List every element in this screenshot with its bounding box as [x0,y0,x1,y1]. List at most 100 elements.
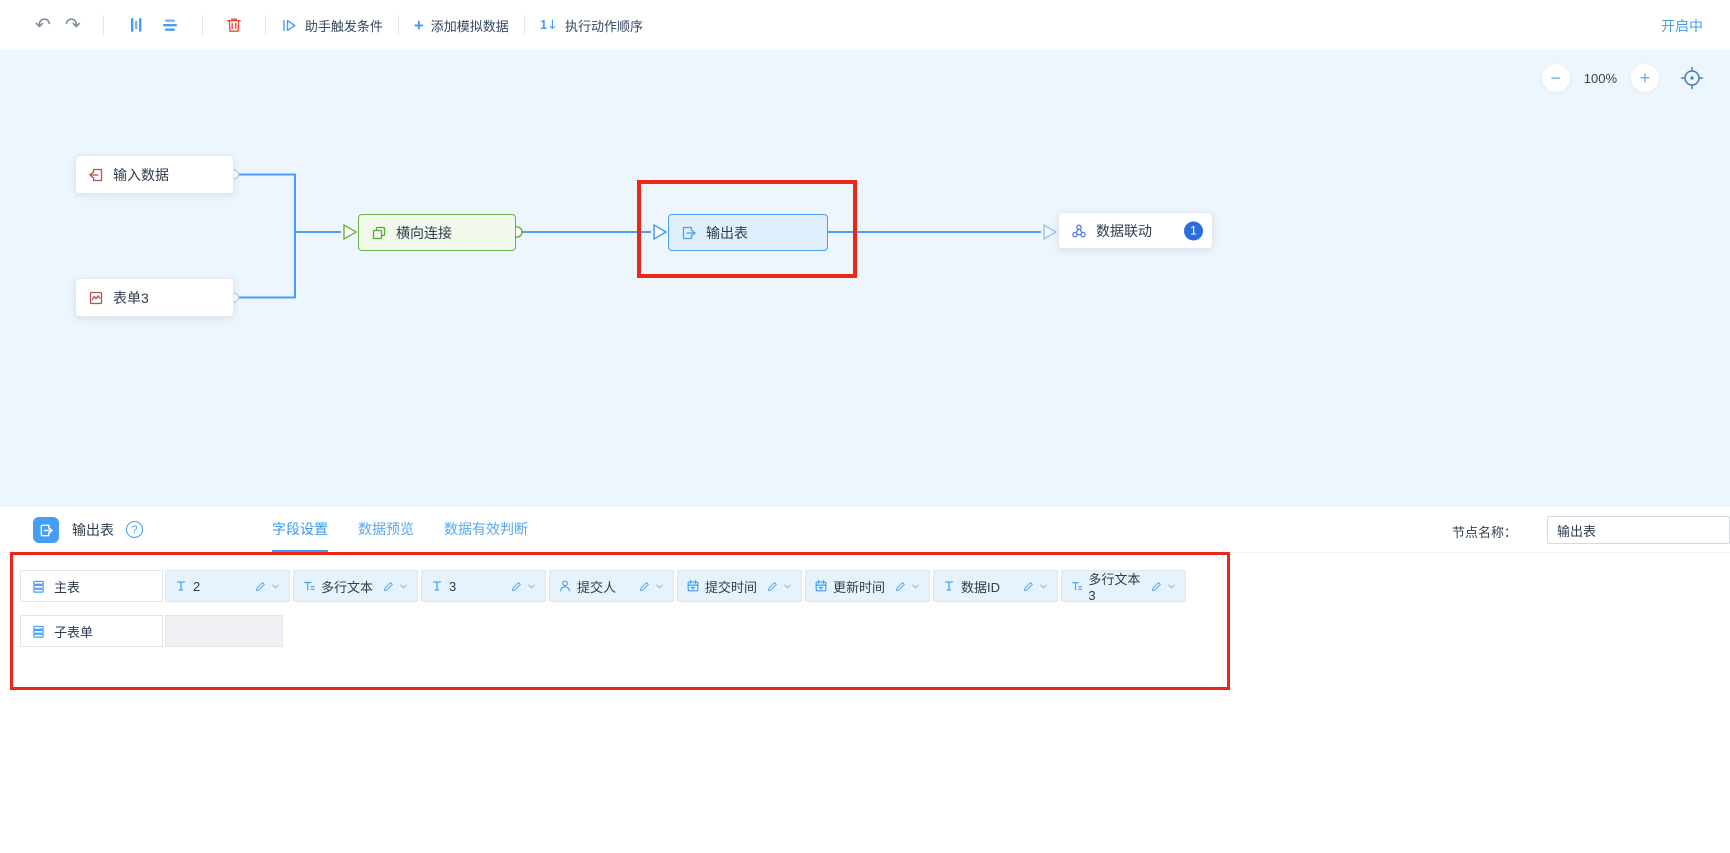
table-rows-icon [31,579,46,594]
locate-button[interactable] [1679,65,1705,91]
status-toggle[interactable]: 开启中 [1661,16,1703,36]
node-horizontal-join[interactable]: 横向连接 [358,214,516,251]
assistant-trigger-label: 助手触发条件 [305,16,383,35]
undo-icon: ↶ [35,16,51,35]
layout-vertical-button[interactable] [126,15,146,35]
edit-pencil-icon[interactable] [254,580,267,593]
output-table-icon [681,225,697,241]
calendar-icon [686,579,700,593]
chevron-down-icon[interactable] [910,581,921,592]
field-chip-update-time[interactable]: 更新时间 [805,570,930,602]
form-icon [88,290,104,306]
node-label: 横向连接 [396,223,452,243]
node-label: 输出表 [706,223,748,243]
node-label: 表单3 [113,288,149,308]
vertical-bars-icon [126,15,146,35]
toolbar: ↶ ↷ [0,0,1730,50]
zoom-out-button[interactable]: − [1542,64,1570,92]
play-bar-icon [281,17,298,34]
panel-tabs: 字段设置 数据预览 数据有效判断 [272,507,528,553]
data-linkage-icon [1071,223,1087,239]
add-mock-data-button[interactable]: + 添加模拟数据 [414,16,509,35]
node-output-table[interactable]: 输出表 [668,214,828,251]
node-name-label: 节点名称： [1452,522,1517,541]
redo-button[interactable]: ↷ [65,16,81,35]
edit-pencil-icon[interactable] [638,580,651,593]
panel-title: 输出表 [72,520,114,540]
field-chip-submit-time[interactable]: 提交时间 [677,570,802,602]
edit-pencil-icon[interactable] [766,580,779,593]
chevron-down-icon[interactable] [398,581,409,592]
connection-lines [0,50,1730,507]
toolbar-divider [398,15,399,35]
action-order-label: 执行动作顺序 [565,16,643,35]
layout-horizontal-button[interactable] [160,15,180,35]
toolbar-divider [202,15,203,35]
node-label: 数据联动 [1096,221,1152,241]
delete-button[interactable] [225,16,243,34]
text-field-icon [430,579,444,593]
field-chip-data-id[interactable]: 数据ID [933,570,1058,602]
empty-field-slot[interactable] [165,615,283,647]
node-input-data[interactable]: 输入数据 [75,155,234,194]
edit-pencil-icon[interactable] [382,580,395,593]
edit-pencil-icon[interactable] [1150,580,1163,593]
assistant-trigger-button[interactable]: 助手触发条件 [281,16,383,35]
chevron-down-icon[interactable] [526,581,537,592]
chevron-down-icon[interactable] [270,581,281,592]
tab-data-preview[interactable]: 数据预览 [358,507,414,553]
help-icon[interactable]: ? [126,521,143,538]
edit-pencil-icon[interactable] [894,580,907,593]
zoom-in-button[interactable]: + [1631,64,1659,92]
linkage-count-badge: 1 [1184,221,1203,240]
calendar-icon [814,579,828,593]
field-chip-3[interactable]: 3 [421,570,546,602]
field-label: 2 [193,579,200,594]
row-subform: 子表单 [20,615,163,647]
horizontal-lines-icon [160,15,180,35]
table-rows-icon [31,624,46,639]
workflow-editor: ↶ ↷ [0,0,1730,853]
chevron-down-icon[interactable] [1038,581,1049,592]
text-field-icon [174,579,188,593]
action-order-button[interactable]: 1↓ 执行动作顺序 [540,16,643,35]
toolbar-divider [265,15,266,35]
undo-button[interactable]: ↶ [35,16,51,35]
join-icon [371,225,387,241]
output-table-node-icon [33,517,59,543]
zoom-level: 100% [1584,71,1617,86]
field-chip-multiline-text3[interactable]: 多行文本3 [1061,570,1186,602]
page-arrow-icon [39,523,54,538]
input-data-icon [88,167,104,183]
flow-canvas[interactable]: 输入数据 表单3 横向连接 输出表 [0,50,1730,507]
node-form3[interactable]: 表单3 [75,278,234,317]
chevron-down-icon[interactable] [1166,581,1177,592]
field-label: 提交时间 [705,577,757,596]
field-label: 多行文本 [321,577,373,596]
toolbar-divider [103,15,104,35]
chevron-down-icon[interactable] [654,581,665,592]
tab-field-settings[interactable]: 字段设置 [272,507,328,553]
field-chip-submitter[interactable]: 提交人 [549,570,674,602]
panel-header: 输出表 ? 字段设置 数据预览 数据有效判断 节点名称： [0,507,1730,553]
field-label: 多行文本3 [1088,569,1145,603]
node-name-input[interactable] [1547,516,1730,544]
field-label: 3 [449,579,456,594]
field-label: 更新时间 [833,577,885,596]
row-name-label: 主表 [54,577,80,596]
crosshair-icon [1679,65,1705,91]
edit-pencil-icon[interactable] [1022,580,1035,593]
zoom-controls: − 100% + [1542,64,1712,92]
sort-number-icon: 1↓ [540,17,558,33]
chevron-down-icon[interactable] [782,581,793,592]
tab-data-validity[interactable]: 数据有效判断 [444,507,528,553]
field-label: 提交人 [577,577,616,596]
multiline-text-icon [302,579,316,593]
edit-pencil-icon[interactable] [510,580,523,593]
field-chip-multiline-text[interactable]: 多行文本 [293,570,418,602]
add-mock-data-label: 添加模拟数据 [431,16,509,35]
node-label: 输入数据 [113,165,169,185]
node-data-linkage[interactable]: 数据联动 1 [1058,212,1213,249]
toolbar-divider [524,15,525,35]
field-chip-2[interactable]: 2 [165,570,290,602]
